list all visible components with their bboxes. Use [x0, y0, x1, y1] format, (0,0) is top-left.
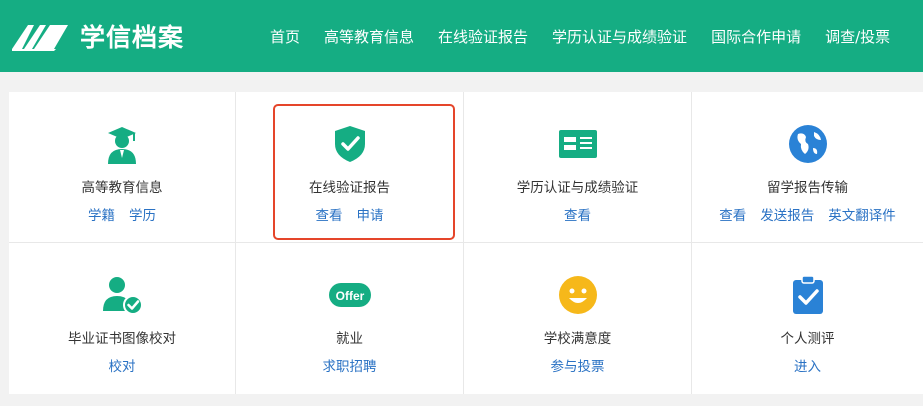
nav-home[interactable]: 首页	[270, 26, 300, 47]
service-title: 个人测评	[780, 331, 835, 347]
service-personal-assessment: 个人测评 进入	[692, 243, 923, 394]
nav-online-report[interactable]: 在线验证报告	[438, 26, 528, 47]
service-title: 学校满意度	[543, 331, 612, 347]
service-links: 查看 申请	[316, 204, 384, 224]
link-send-report[interactable]: 发送报告	[760, 204, 814, 224]
service-links: 进入	[794, 355, 821, 375]
link-english-translation[interactable]: 英文翻译件	[828, 204, 896, 224]
link-view[interactable]: 查看	[316, 204, 343, 224]
shield-check-icon[interactable]	[328, 122, 372, 166]
link-job-search[interactable]: 求职招聘	[323, 355, 377, 375]
brand-name: 学信档案	[80, 23, 185, 52]
service-school-satisfaction: 学校满意度 参与投票	[464, 243, 692, 394]
offer-badge-icon[interactable]: Offer	[328, 273, 372, 317]
service-links: 学籍 学历	[88, 204, 156, 224]
user-check-icon[interactable]	[100, 273, 144, 317]
offer-badge-text: Offer	[335, 289, 364, 303]
link-view[interactable]: 查看	[564, 204, 591, 224]
service-study-abroad-report: 留学报告传输 查看 发送报告 英文翻译件	[692, 92, 923, 243]
link-view[interactable]: 查看	[719, 204, 746, 224]
graduate-icon[interactable]	[100, 122, 144, 166]
link-proofread[interactable]: 校对	[109, 355, 136, 375]
link-vote[interactable]: 参与投票	[551, 355, 605, 375]
service-links: 查看	[564, 204, 591, 224]
link-apply[interactable]: 申请	[357, 204, 384, 224]
service-links: 求职招聘	[323, 355, 377, 375]
service-online-report: 在线验证报告 查看 申请	[236, 92, 464, 243]
service-higher-education: 高等教育信息 学籍 学历	[9, 92, 236, 243]
logo-book-icon	[12, 25, 68, 51]
globe-icon[interactable]	[786, 122, 830, 166]
service-title: 就业	[336, 331, 363, 347]
service-title: 在线验证报告	[309, 180, 390, 196]
link-enter[interactable]: 进入	[794, 355, 821, 375]
link-enrollment[interactable]: 学籍	[88, 204, 115, 224]
service-title: 毕业证书图像校对	[68, 331, 176, 347]
service-title: 留学报告传输	[767, 180, 848, 196]
site-logo[interactable]: 学信档案	[10, 14, 184, 58]
service-title: 高等教育信息	[81, 180, 163, 196]
main-nav: 首页 高等教育信息 在线验证报告 学历认证与成绩验证 国际合作申请 调查/投票	[270, 0, 914, 72]
nav-international[interactable]: 国际合作申请	[711, 26, 801, 47]
service-links: 查看 发送报告 英文翻译件	[719, 204, 896, 224]
nav-survey[interactable]: 调查/投票	[825, 26, 890, 47]
service-grid: 高等教育信息 学籍 学历 在线验证报告 查看 申请 学历认证与成绩验证 查看 留…	[9, 92, 923, 394]
service-title: 学历认证与成绩验证	[516, 180, 639, 196]
link-degree[interactable]: 学历	[129, 204, 156, 224]
service-links: 校对	[109, 355, 136, 375]
nav-degree-verification[interactable]: 学历认证与成绩验证	[552, 26, 687, 47]
service-degree-verification: 学历认证与成绩验证 查看	[464, 92, 692, 243]
service-employment: Offer 就业 求职招聘	[236, 243, 464, 394]
certificate-card-icon[interactable]	[556, 122, 600, 166]
service-certificate-proofread: 毕业证书图像校对 校对	[9, 243, 236, 394]
clipboard-check-icon[interactable]	[786, 273, 830, 317]
service-links: 参与投票	[551, 355, 605, 375]
smiley-icon[interactable]	[556, 273, 600, 317]
top-header: 学信档案 首页 高等教育信息 在线验证报告 学历认证与成绩验证 国际合作申请 调…	[0, 0, 923, 72]
nav-higher-education[interactable]: 高等教育信息	[324, 26, 414, 47]
